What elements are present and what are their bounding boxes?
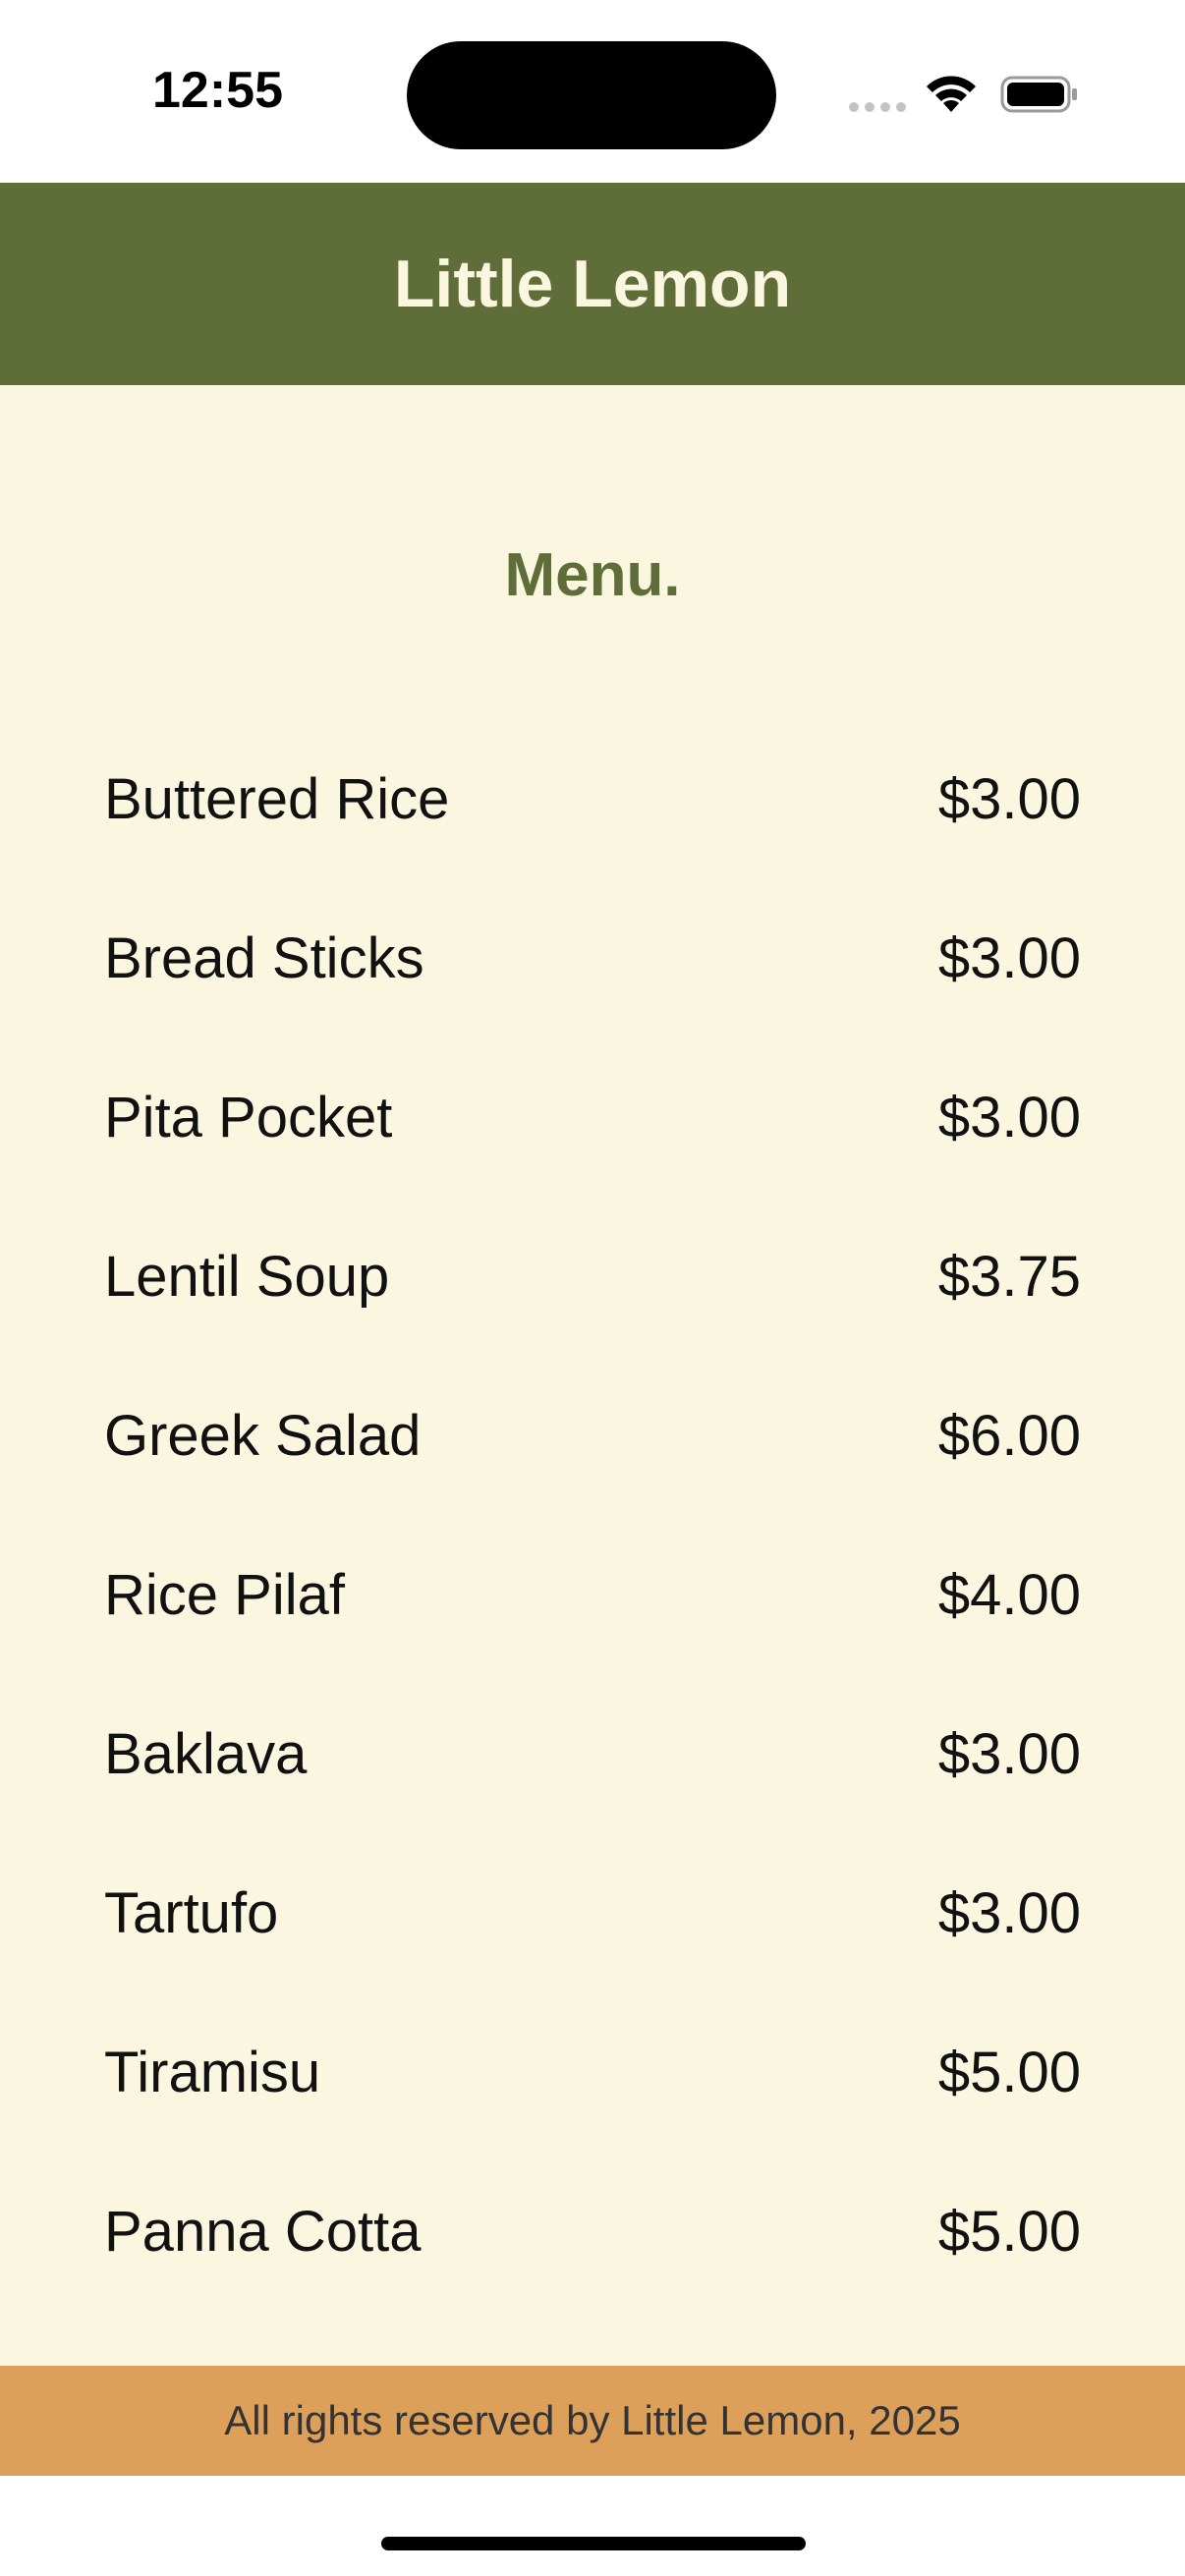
menu-item-price: $4.00	[937, 1562, 1081, 1627]
signal-dots-icon	[849, 102, 906, 112]
battery-icon	[1000, 76, 1077, 113]
app-header: Little Lemon	[0, 183, 1185, 385]
menu-item-name: Greek Salad	[104, 1403, 422, 1468]
menu-item-price: $5.00	[937, 2040, 1081, 2104]
menu-item[interactable]: Panna Cotta $5.00	[104, 2152, 1081, 2311]
menu-item-name: Buttered Rice	[104, 766, 450, 831]
menu-item[interactable]: Tiramisu $5.00	[104, 1992, 1081, 2152]
menu-item[interactable]: Lentil Soup $3.75	[104, 1197, 1081, 1356]
menu-item-price: $3.00	[937, 1721, 1081, 1786]
status-time: 12:55	[152, 62, 283, 119]
footer: All rights reserved by Little Lemon, 202…	[0, 2366, 1185, 2476]
menu-item[interactable]: Buttered Rice $3.00	[104, 719, 1081, 878]
menu-item[interactable]: Rice Pilaf $4.00	[104, 1515, 1081, 1674]
menu-item-name: Tartufo	[104, 1880, 279, 1945]
menu-item-name: Lentil Soup	[104, 1244, 390, 1309]
menu-item[interactable]: Pita Pocket $3.00	[104, 1037, 1081, 1197]
menu-item-name: Rice Pilaf	[104, 1562, 345, 1627]
menu-item-name: Pita Pocket	[104, 1085, 393, 1149]
menu-list: Buttered Rice $3.00 Bread Sticks $3.00 P…	[104, 719, 1081, 2311]
menu-item[interactable]: Baklava $3.00	[104, 1674, 1081, 1833]
home-indicator[interactable]	[381, 2537, 806, 2550]
menu-item[interactable]: Tartufo $3.00	[104, 1833, 1081, 1992]
menu-item-price: $3.00	[937, 925, 1081, 990]
dynamic-island	[407, 41, 776, 149]
menu-item-price: $5.00	[937, 2199, 1081, 2264]
menu-item-name: Bread Sticks	[104, 925, 424, 990]
menu-item[interactable]: Greek Salad $6.00	[104, 1356, 1081, 1515]
menu-item-price: $3.75	[937, 1244, 1081, 1309]
menu-content: Menu. Buttered Rice $3.00 Bread Sticks $…	[0, 385, 1185, 2366]
wifi-icon	[927, 76, 976, 112]
menu-item-price: $3.00	[937, 1085, 1081, 1149]
menu-item-name: Panna Cotta	[104, 2199, 422, 2264]
app-screen: 12:55 Little Lemon Menu. Buttered Rice $…	[0, 0, 1185, 2576]
menu-item-name: Tiramisu	[104, 2040, 321, 2104]
menu-item-price: $3.00	[937, 766, 1081, 831]
footer-text: All rights reserved by Little Lemon, 202…	[224, 2397, 961, 2443]
menu-item-price: $3.00	[937, 1880, 1081, 1945]
status-bar: 12:55	[0, 0, 1185, 183]
menu-item-name: Baklava	[104, 1721, 308, 1786]
menu-item[interactable]: Bread Sticks $3.00	[104, 878, 1081, 1037]
menu-heading: Menu.	[504, 541, 681, 609]
menu-item-price: $6.00	[937, 1403, 1081, 1468]
app-title: Little Lemon	[393, 247, 792, 321]
